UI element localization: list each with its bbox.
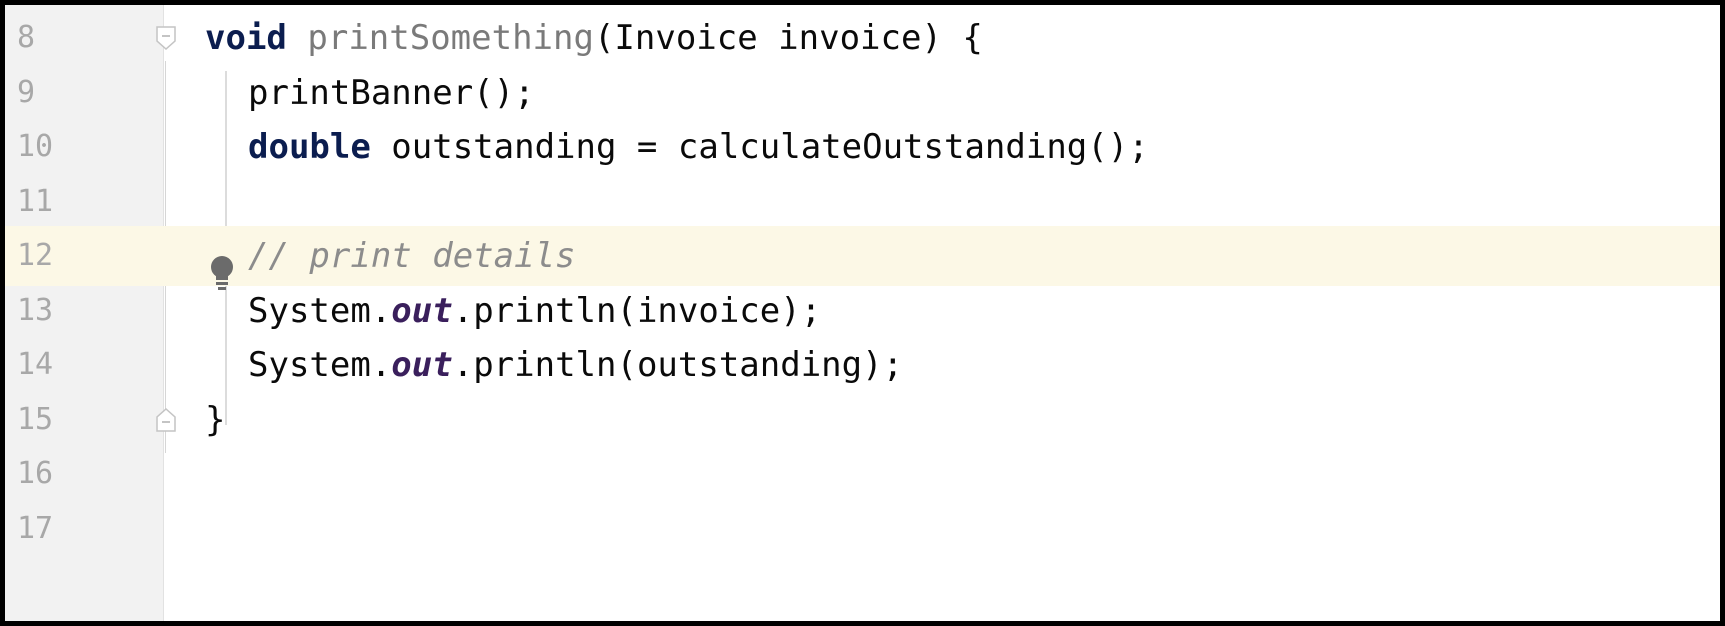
code-line-9[interactable]: 9 printBanner();	[5, 63, 1720, 123]
line-number: 10	[17, 129, 54, 164]
keyword-token: void	[205, 18, 287, 58]
code-line-12-current[interactable]: 12 // print details	[5, 226, 1720, 286]
keyword-token: double	[248, 127, 371, 167]
code-token: }	[205, 400, 226, 440]
line-number: 15	[17, 402, 54, 437]
code-token: (Invoice invoice) {	[593, 18, 983, 58]
code-editor: 8 void printSomething(Invoice invoice) {…	[0, 0, 1725, 626]
code-line-14[interactable]: 14 System.out.println(outstanding);	[5, 335, 1720, 395]
code-line-13[interactable]: 13 System.out.println(invoice);	[5, 281, 1720, 341]
code-line-17[interactable]: 17	[5, 499, 1720, 559]
static-field-token: out	[391, 345, 453, 385]
line-number: 9	[17, 75, 36, 110]
code-line-8[interactable]: 8 void printSomething(Invoice invoice) {	[5, 8, 1720, 68]
code-token: .println(outstanding);	[452, 345, 904, 385]
code-text[interactable]: System.out.println(invoice);	[248, 281, 821, 341]
comment-token: // print details	[248, 236, 576, 276]
line-number: 12	[17, 238, 54, 273]
line-number: 11	[17, 184, 54, 219]
line-number: 17	[17, 511, 54, 546]
code-token: System.	[248, 291, 392, 331]
code-token: System.	[248, 345, 392, 385]
line-number: 16	[17, 456, 54, 491]
line-number: 13	[17, 293, 54, 328]
line-number: 8	[17, 20, 36, 55]
code-token: .println(invoice);	[452, 291, 822, 331]
fold-open-icon[interactable]	[155, 25, 177, 51]
code-line-10[interactable]: 10 double outstanding = calculateOutstan…	[5, 117, 1720, 177]
code-line-11[interactable]: 11	[5, 172, 1720, 232]
code-text[interactable]: void printSomething(Invoice invoice) {	[205, 8, 983, 68]
code-text[interactable]: // print details	[248, 226, 576, 286]
code-token: printBanner();	[248, 73, 535, 113]
code-text[interactable]: printBanner();	[248, 63, 535, 123]
static-field-token: out	[391, 291, 453, 331]
code-text[interactable]: double outstanding = calculateOutstandin…	[248, 117, 1149, 177]
fold-close-icon[interactable]	[155, 407, 177, 433]
code-line-16[interactable]: 16	[5, 444, 1720, 504]
line-number: 14	[17, 347, 54, 382]
code-text[interactable]: }	[205, 390, 225, 450]
method-name-token: printSomething	[307, 18, 594, 58]
code-line-15[interactable]: 15 }	[5, 390, 1720, 450]
code-text[interactable]: System.out.println(outstanding);	[248, 335, 903, 395]
code-token: outstanding = calculateOutstanding();	[370, 127, 1149, 167]
